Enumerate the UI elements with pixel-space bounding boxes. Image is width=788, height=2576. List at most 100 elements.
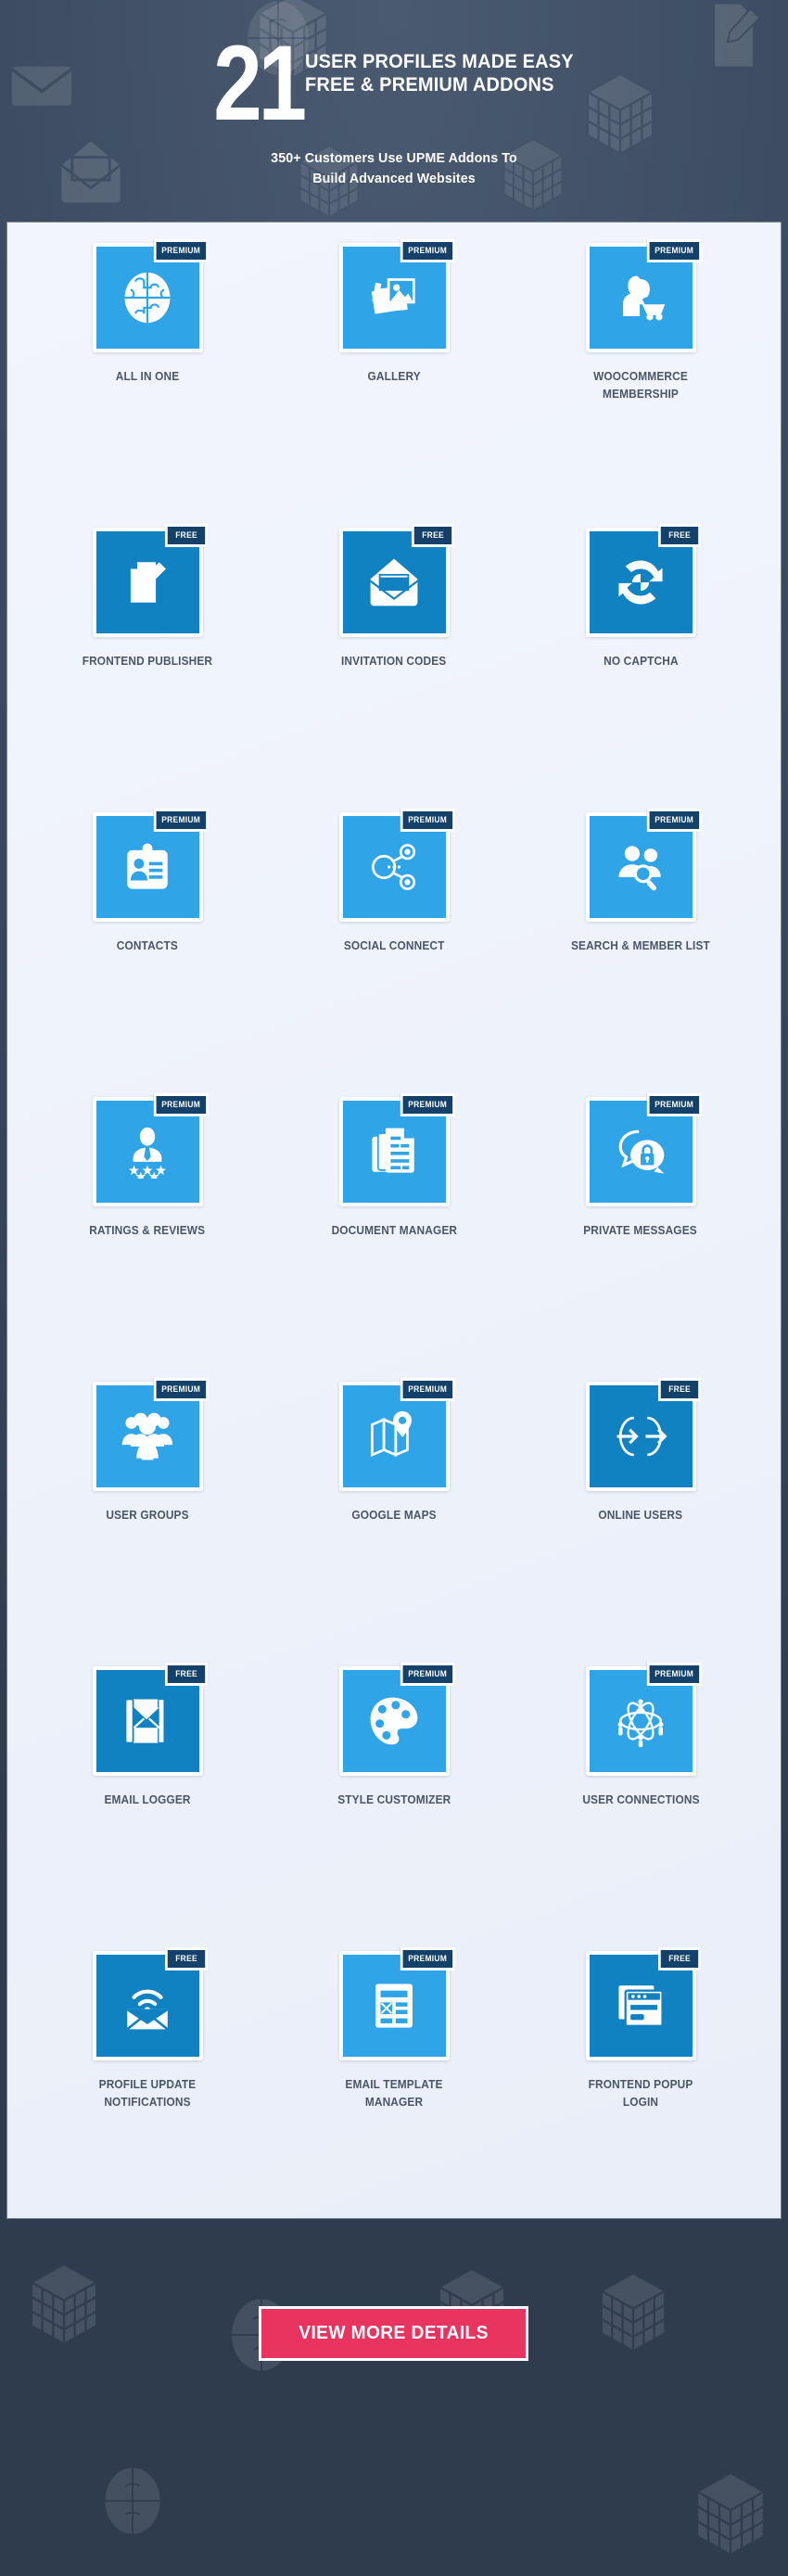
addon-cell[interactable]: FREE PROFILE UPDATE NOTIFICATIONS: [24, 1947, 271, 2236]
addon-cell[interactable]: PREMIUM SOCIAL CONNECT: [271, 809, 517, 1097]
addon-cell[interactable]: PREMIUM DOCUMENT MANAGER: [271, 1093, 517, 1382]
addon-label: EMAIL TEMPLATE MANAGER: [345, 2078, 443, 2110]
premium-badge: PREMIUM: [646, 239, 702, 262]
map-pin-icon: [367, 1409, 421, 1463]
addon-cell[interactable]: PREMIUM SEARCH & MEMBER LIST: [517, 809, 764, 1097]
share-nodes-icon: [367, 840, 421, 894]
addon-tile[interactable]: PREMIUM: [92, 239, 209, 352]
addon-label: DOCUMENT MANAGER: [331, 1224, 457, 1237]
addon-label: GOOGLE MAPS: [351, 1509, 437, 1522]
addon-cell[interactable]: FREE FRONTEND PUBLISHER: [24, 524, 271, 812]
premium-badge: PREMIUM: [400, 239, 455, 262]
addon-cell[interactable]: PREMIUM USER GROUPS: [24, 1378, 271, 1666]
addon-label: RATINGS & REVIEWS: [89, 1224, 206, 1237]
premium-badge: PREMIUM: [400, 1378, 455, 1401]
addon-tile[interactable]: PREMIUM: [338, 809, 455, 922]
addon-tile[interactable]: PREMIUM: [338, 1093, 455, 1206]
addon-tile[interactable]: PREMIUM: [585, 239, 702, 352]
addon-tile[interactable]: PREMIUM: [585, 1663, 702, 1776]
addon-tile[interactable]: PREMIUM: [92, 1378, 209, 1491]
free-badge: FREE: [165, 1947, 209, 1970]
photo-stack-icon: [367, 271, 421, 325]
addon-label: ONLINE USERS: [598, 1509, 683, 1522]
addon-cell[interactable]: PREMIUM USER CONNECTIONS: [517, 1663, 764, 1951]
puzzle-globe-icon: [121, 271, 174, 325]
addon-label: PRIVATE MESSAGES: [583, 1224, 698, 1237]
premium-badge: PREMIUM: [400, 809, 455, 832]
addons-grid: PREMIUM ALL IN ONE PREMIUM GALLERY PREMIUM WO…: [7, 223, 781, 2245]
documents-stack-icon: [367, 1125, 421, 1179]
free-badge: FREE: [658, 1947, 702, 1970]
paint-palette-icon: [367, 1694, 421, 1748]
hero-header: 21 USER PROFILES MADE EASY FREE & PREMIU…: [0, 0, 788, 223]
addon-tile[interactable]: FREE: [338, 524, 455, 637]
hero-subtitle-block: 350+ Customers Use UPME Addons To Build …: [0, 148, 788, 189]
addon-cell[interactable]: PREMIUM GALLERY: [271, 239, 517, 528]
view-more-details-button[interactable]: VIEW MORE DETAILS: [259, 2306, 529, 2361]
addon-cell[interactable]: FREE ONLINE USERS: [517, 1378, 764, 1666]
refresh-captcha-icon: [614, 555, 667, 609]
chat-lock-icon: [614, 1125, 667, 1179]
addon-cell[interactable]: PREMIUM ALL IN ONE: [24, 239, 271, 528]
user-group-icon: [121, 1409, 174, 1463]
addon-cell[interactable]: PREMIUM EMAIL TEMPLATE MANAGER: [271, 1947, 517, 2236]
addons-panel: PREMIUM ALL IN ONE PREMIUM GALLERY PREMIUM WO…: [7, 223, 781, 2218]
addon-tile[interactable]: PREMIUM: [338, 1663, 455, 1776]
addon-label: GALLERY: [367, 370, 421, 383]
addon-tile[interactable]: PREMIUM: [92, 809, 209, 922]
addon-label: NO CAPTCHA: [603, 655, 679, 668]
hero-title-line-1: USER PROFILES MADE EASY: [305, 50, 574, 72]
user-stars-icon: [121, 1125, 174, 1179]
addon-tile[interactable]: FREE: [585, 1947, 702, 2060]
premium-badge: PREMIUM: [646, 1093, 702, 1116]
addon-tile[interactable]: PREMIUM: [338, 1378, 455, 1491]
addon-label: FRONTEND PUBLISHER: [82, 655, 213, 668]
addon-cell[interactable]: PREMIUM STYLE CUSTOMIZER: [271, 1663, 517, 1951]
addon-label: PROFILE UPDATE NOTIFICATIONS: [98, 2078, 197, 2110]
free-badge: FREE: [412, 524, 455, 547]
addon-label: ALL IN ONE: [115, 370, 180, 383]
addon-tile[interactable]: FREE: [585, 524, 702, 637]
addon-label: CONTACTS: [116, 939, 179, 952]
free-badge: FREE: [165, 1663, 209, 1686]
infographic-page: 21 USER PROFILES MADE EASY FREE & PREMIU…: [0, 0, 788, 2576]
addon-label: STYLE CUSTOMIZER: [337, 1793, 451, 1806]
addon-tile[interactable]: PREMIUM: [338, 1947, 455, 2060]
addon-cell[interactable]: PREMIUM PRIVATE MESSAGES: [517, 1093, 764, 1382]
addon-label: WOOCOMMERCE MEMBERSHIP: [593, 370, 688, 402]
addon-label: EMAIL LOGGER: [104, 1793, 191, 1806]
hero-title-line-2: FREE & PREMIUM ADDONS: [305, 73, 554, 96]
addon-cell[interactable]: FREE NO CAPTCHA: [517, 524, 764, 812]
premium-badge: PREMIUM: [400, 1947, 455, 1970]
login-logout-arrows-icon: [614, 1409, 667, 1463]
addon-label: USER GROUPS: [106, 1509, 189, 1522]
hero-subtitle-line-1: 350+ Customers Use UPME Addons To: [271, 150, 517, 166]
users-magnifier-icon: [614, 840, 667, 894]
addon-cell[interactable]: PREMIUM WOOCOMMERCE MEMBERSHIP: [517, 239, 764, 528]
addon-cell[interactable]: FREE FRONTEND POPUP LOGIN: [517, 1947, 764, 2236]
addon-label: USER CONNECTIONS: [581, 1793, 700, 1806]
footer: VIEW MORE DETAILS: [0, 2218, 788, 2576]
addon-tile[interactable]: FREE: [585, 1378, 702, 1491]
addon-tile[interactable]: FREE: [92, 1663, 209, 1776]
addon-cell[interactable]: PREMIUM RATINGS & REVIEWS: [24, 1093, 271, 1382]
addon-tile[interactable]: FREE: [92, 524, 209, 637]
addon-tile[interactable]: FREE: [92, 1947, 209, 2060]
addon-cell[interactable]: FREE INVITATION CODES: [271, 524, 517, 812]
hero-headline-row: 21 USER PROFILES MADE EASY FREE & PREMIU…: [0, 30, 788, 136]
addon-tile[interactable]: PREMIUM: [585, 809, 702, 922]
premium-badge: PREMIUM: [153, 1093, 209, 1116]
addon-cell[interactable]: PREMIUM CONTACTS: [24, 809, 271, 1097]
free-badge: FREE: [165, 524, 209, 547]
addon-label: SOCIAL CONNECT: [343, 939, 445, 952]
mail-book-icon: [121, 1694, 174, 1748]
id-card-icon: [121, 840, 174, 894]
addon-label: FRONTEND POPUP LOGIN: [588, 2078, 693, 2110]
free-badge: FREE: [658, 524, 702, 547]
addon-tile[interactable]: PREMIUM: [585, 1093, 702, 1206]
addon-cell[interactable]: FREE EMAIL LOGGER: [24, 1663, 271, 1951]
addon-tile[interactable]: PREMIUM: [92, 1093, 209, 1206]
addon-tile[interactable]: PREMIUM: [338, 239, 455, 352]
addon-cell[interactable]: PREMIUM GOOGLE MAPS: [271, 1378, 517, 1666]
atom-users-icon: [614, 1694, 667, 1748]
